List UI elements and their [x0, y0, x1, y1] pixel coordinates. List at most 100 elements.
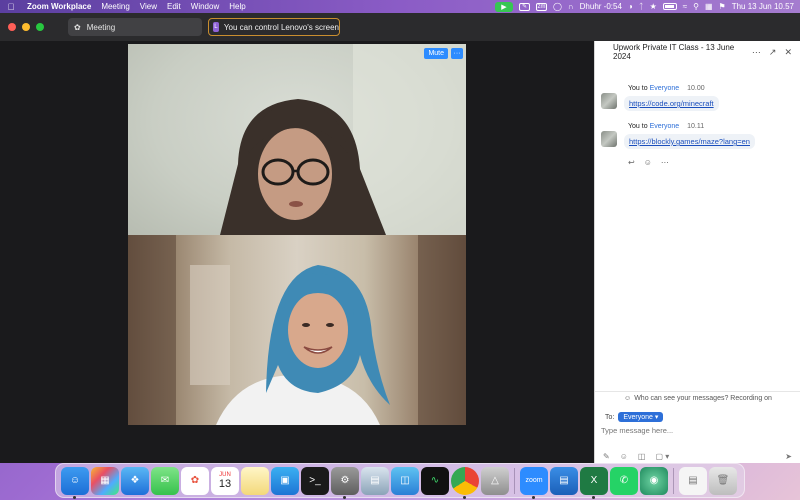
tab-meeting[interactable]: ✿ Meeting: [68, 18, 202, 36]
to-label: To:: [605, 413, 615, 421]
chat-message: You to Everyone 10.00 https://code.org/m…: [595, 83, 800, 121]
compose-toolbar: ✎ ☺ ◫ ▢ ▾: [603, 452, 669, 461]
video-more-options-button[interactable]: ···: [451, 48, 463, 59]
participant-1-video: [220, 44, 466, 235]
calendar-icon[interactable]: JUN 13: [211, 466, 239, 495]
chrome-icon[interactable]: [451, 466, 479, 499]
menu-meeting[interactable]: Meeting: [96, 2, 134, 11]
safari-icon[interactable]: ❖: [121, 466, 149, 495]
files-icon[interactable]: ◫: [391, 466, 419, 495]
globe-app-icon[interactable]: ◉: [640, 466, 668, 495]
chat-header: Upwork Private IT Class - 13 June 2024 ⋯…: [595, 41, 800, 63]
finder-icon[interactable]: ☺: [61, 466, 89, 499]
excel-icon[interactable]: X: [580, 466, 608, 499]
pen-icon[interactable]: ✎: [518, 2, 530, 11]
recipient-dropdown[interactable]: Everyone ▾: [618, 412, 664, 422]
paw-icon: ✿: [74, 22, 81, 32]
activity-monitor-icon[interactable]: ∿: [421, 466, 449, 495]
apple-menu-icon[interactable]: : [0, 2, 22, 12]
menu-app-name[interactable]: Zoom Workplace: [22, 2, 96, 11]
visibility-text: Who can see your messages? Recording on: [634, 395, 772, 402]
message-meta: You to Everyone 10.11: [628, 123, 704, 130]
menu-edit[interactable]: Edit: [162, 2, 186, 11]
remote-user-badge: L: [213, 22, 219, 32]
message-link[interactable]: https://blockly.games/maze?lang=en: [624, 134, 755, 149]
emoji-reaction-icon[interactable]: ☺: [644, 158, 652, 167]
contrast-icon[interactable]: ◑: [628, 0, 633, 13]
tab-remote-control[interactable]: L You can control Lenovo's screen: [208, 18, 340, 36]
close-chat-icon[interactable]: ✕: [784, 47, 792, 58]
send-icon[interactable]: ➤: [785, 452, 792, 461]
search-icon[interactable]: ⚲: [693, 0, 699, 13]
message-more-icon[interactable]: ⋯: [661, 158, 669, 167]
message-time: 10.00: [687, 85, 705, 92]
message-input[interactable]: [601, 426, 791, 435]
emoji-icon[interactable]: ☺: [620, 452, 628, 461]
chevron-down-icon: ▾: [654, 414, 659, 421]
avatar[interactable]: [601, 93, 617, 109]
shield-icon[interactable]: ◯: [553, 0, 562, 13]
messages-icon[interactable]: ✉: [151, 466, 179, 495]
terminal-icon[interactable]: >_: [301, 466, 329, 495]
notes-icon[interactable]: [241, 466, 269, 495]
chat-message: You to Everyone 10.11 https://blockly.ga…: [595, 121, 800, 159]
clock-datetime[interactable]: Thu 13 Jun 10.57: [732, 0, 794, 13]
message-meta: You to Everyone 10.00: [628, 85, 705, 92]
screen-share-icon[interactable]: ▤: [550, 466, 578, 495]
zoom-window: ✿ Meeting L You can control Lenovo's scr…: [0, 13, 800, 463]
message-sender: You: [628, 123, 640, 130]
documents-folder-icon[interactable]: ▤: [679, 466, 707, 495]
menu-view[interactable]: View: [135, 2, 162, 11]
zoom-menubar-icon[interactable]: zm: [535, 2, 547, 11]
screenshot-icon[interactable]: ▢ ▾: [655, 452, 669, 461]
window-titlebar: ✿ Meeting L You can control Lenovo's scr…: [0, 13, 800, 41]
recipient-value: Everyone: [623, 414, 653, 421]
attach-file-icon[interactable]: ◫: [638, 452, 646, 461]
video-tile-participant-2[interactable]: [128, 235, 466, 425]
archive-icon[interactable]: △: [481, 466, 509, 495]
minimize-window-button[interactable]: [22, 23, 30, 31]
trash-icon[interactable]: 🗑: [709, 466, 737, 495]
chat-more-icon[interactable]: ⋯: [752, 47, 761, 58]
message-time: 10.11: [687, 123, 705, 130]
pop-out-icon[interactable]: ↗: [769, 47, 777, 58]
fullscreen-window-button[interactable]: [36, 23, 44, 31]
mosque-icon: ∩: [567, 2, 574, 11]
chat-panel: Upwork Private IT Class - 13 June 2024 ⋯…: [594, 41, 800, 463]
star-icon[interactable]: ★: [650, 0, 657, 13]
avatar[interactable]: [601, 131, 617, 147]
preview-icon[interactable]: ▤: [361, 466, 389, 495]
format-text-icon[interactable]: ✎: [603, 452, 610, 461]
video-tile-participant-1[interactable]: Mute ···: [128, 44, 466, 235]
control-center-icon[interactable]: ▦: [705, 0, 713, 13]
message-to-word: to: [641, 85, 648, 92]
prayer-time-label[interactable]: Dhuhr -0:54: [580, 0, 622, 13]
chat-visibility-notice[interactable]: ☺ Who can see your messages? Recording o…: [595, 391, 800, 405]
message-sender: You: [628, 85, 640, 92]
reply-icon[interactable]: ↩: [628, 158, 635, 167]
bluetooth-icon[interactable]: ᛏ: [639, 0, 644, 13]
launchpad-icon[interactable]: ▦: [91, 466, 119, 495]
message-recipient[interactable]: Everyone: [650, 85, 680, 92]
flag-icon[interactable]: ⚑: [719, 0, 726, 13]
whatsapp-icon[interactable]: ✆: [610, 466, 638, 495]
video-camera-icon[interactable]: ▶: [494, 1, 513, 12]
message-recipient[interactable]: Everyone: [650, 123, 680, 130]
message-link[interactable]: https://code.org/minecraft: [624, 96, 719, 111]
battery-icon[interactable]: [662, 3, 677, 10]
recipient-row: To: Everyone ▾: [605, 412, 664, 422]
menu-window[interactable]: Window: [186, 2, 224, 11]
zoom-app-icon[interactable]: zoom: [520, 466, 548, 499]
photos-icon[interactable]: ✿: [181, 466, 209, 495]
menu-help[interactable]: Help: [224, 2, 250, 11]
menu-bar:  Zoom Workplace Meeting View Edit Windo…: [0, 0, 800, 13]
calendar-day: 13: [218, 477, 232, 490]
close-window-button[interactable]: [8, 23, 16, 31]
wifi-icon[interactable]: ≈: [683, 0, 687, 13]
tab-remote-control-label: You can control Lenovo's screen: [223, 22, 339, 32]
keynote-icon[interactable]: ▣: [271, 466, 299, 495]
dock-separator: [673, 467, 674, 494]
mute-participant-button[interactable]: Mute: [424, 48, 448, 59]
dock-separator: [514, 467, 515, 494]
system-settings-icon[interactable]: ⚙: [331, 466, 359, 499]
